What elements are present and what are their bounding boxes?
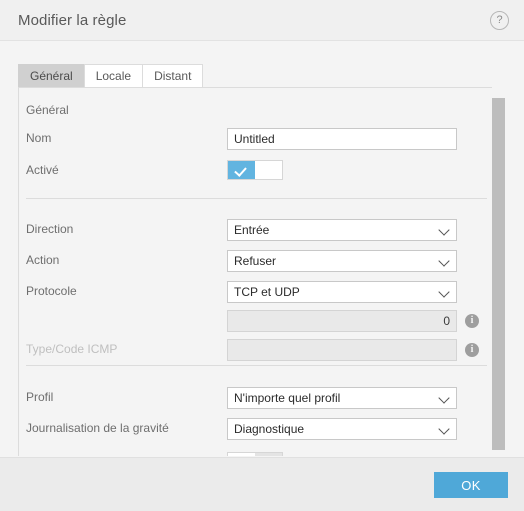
name-input[interactable] [227,128,457,150]
profile-select[interactable]: N'importe quel profil [227,387,457,409]
label-action: Action [26,253,60,267]
info-icon[interactable]: i [465,314,479,328]
field-row-clipped [19,452,492,456]
label-protocol: Protocole [26,284,77,298]
protocol-value: TCP et UDP [234,285,300,299]
field-row-severity-log: Journalisation de la gravité Diagnostiqu… [19,418,492,440]
help-icon[interactable]: ? [490,11,509,30]
dialog-footer: OK [0,457,524,511]
field-row-port: i [19,310,492,332]
toggle-knob [255,453,282,456]
dialog-title-bar: Modifier la règle ? [0,0,524,41]
ok-button[interactable]: OK [434,472,508,498]
tab-locale[interactable]: Locale [83,64,144,87]
label-enabled: Activé [26,163,59,177]
clipped-toggle[interactable] [227,452,283,456]
label-direction: Direction [26,222,74,236]
vertical-scrollbar[interactable] [492,87,505,456]
action-value: Refuser [234,254,277,268]
field-row-protocol: Protocole TCP et UDP [19,281,492,303]
field-row-name: Nom [19,128,492,150]
field-row-direction: Direction Entrée [19,219,492,241]
label-severity-log: Journalisation de la gravité [26,421,169,435]
tab-general[interactable]: Général [18,64,85,87]
chevron-down-icon [440,226,449,235]
chevron-down-icon [440,288,449,297]
chevron-down-icon [440,425,449,434]
action-select[interactable]: Refuser [227,250,457,272]
divider-2 [26,365,487,366]
section-title-general: Général [26,103,69,117]
divider-1 [26,198,487,199]
protocol-select[interactable]: TCP et UDP [227,281,457,303]
label-profile: Profil [26,390,54,404]
chevron-down-icon [440,257,449,266]
direction-value: Entrée [234,223,270,237]
field-row-profile: Profil N'importe quel profil [19,387,492,409]
enabled-toggle[interactable] [227,160,283,180]
scrollbar-thumb[interactable] [492,98,505,450]
port-input [227,310,457,332]
chevron-down-icon [440,394,449,403]
profile-value: N'importe quel profil [234,391,341,405]
icmp-input [227,339,457,361]
label-icmp: Type/Code ICMP [26,342,118,356]
tab-distant[interactable]: Distant [142,64,204,87]
check-icon [228,161,255,179]
dialog-body: Général Locale Distant Général Nom Activ… [0,42,524,456]
tab-strip: Général Locale Distant [18,64,204,87]
severity-log-select[interactable]: Diagnostique [227,418,457,440]
field-row-enabled: Activé [19,160,492,182]
page-title: Modifier la règle [18,12,127,29]
field-row-action: Action Refuser [19,250,492,272]
direction-select[interactable]: Entrée [227,219,457,241]
label-name: Nom [26,131,52,145]
severity-log-value: Diagnostique [234,422,305,436]
field-row-icmp: Type/Code ICMP i [19,339,492,361]
tab-panel-general: Général Nom Activé Direction Entrée Acti… [18,87,492,456]
info-icon[interactable]: i [465,343,479,357]
